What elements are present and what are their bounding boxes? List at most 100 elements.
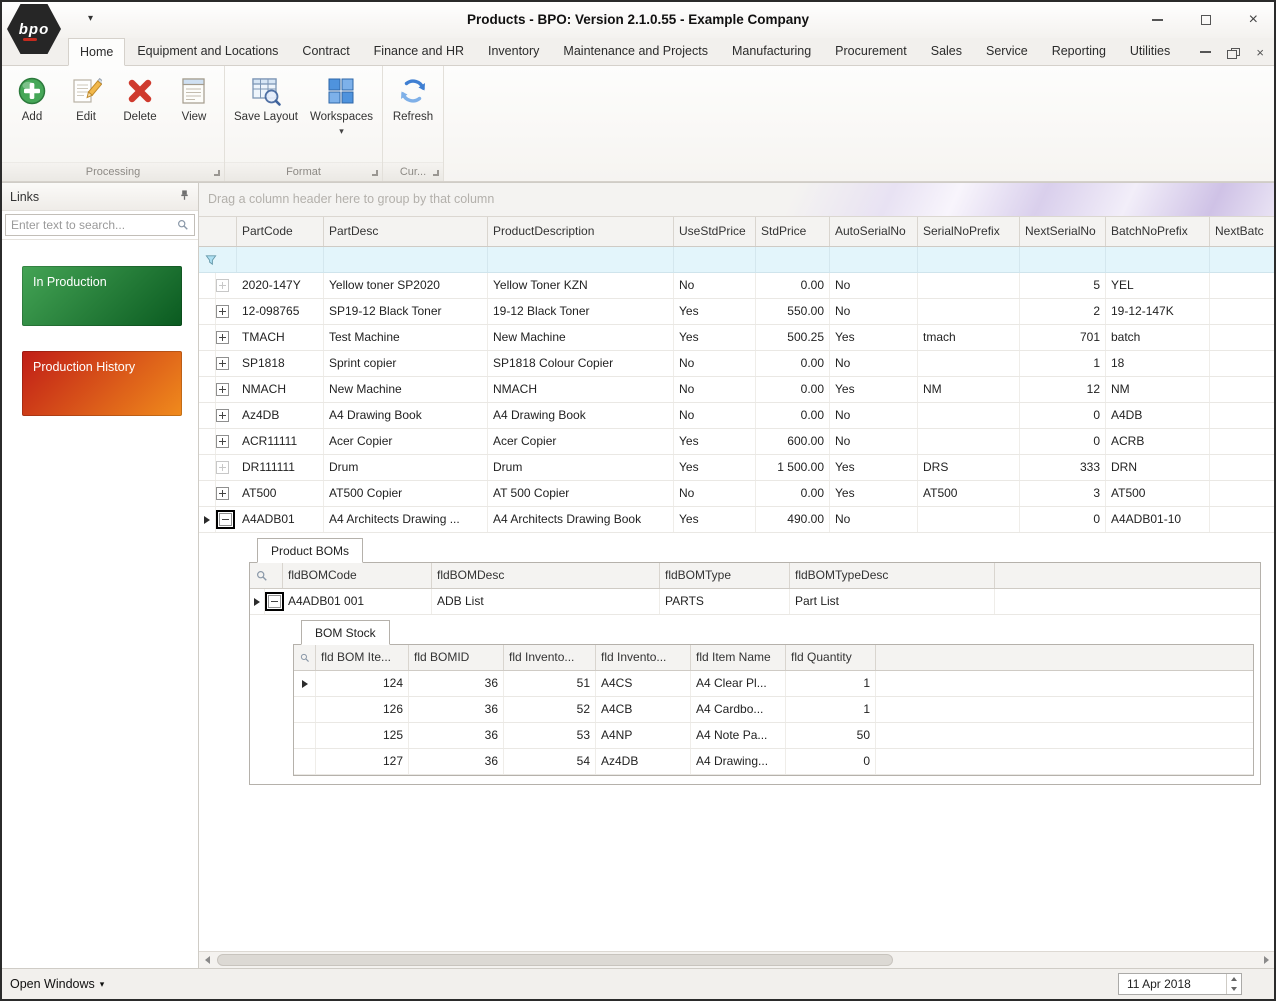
- filter-cell-batchnoprefix[interactable]: [1106, 247, 1210, 272]
- column-header-stdprice[interactable]: StdPrice: [756, 217, 830, 246]
- column-header-autoserialno[interactable]: AutoSerialNo: [830, 217, 918, 246]
- column-header-fld-bomid[interactable]: fld BOMID: [409, 645, 504, 670]
- horizontal-scrollbar[interactable]: [199, 951, 1274, 968]
- search-icon[interactable]: [172, 219, 194, 231]
- column-header-productdescription[interactable]: ProductDescription: [488, 217, 674, 246]
- dialog-launcher-icon[interactable]: [372, 170, 378, 176]
- table-row[interactable]: AT500 AT500 Copier AT 500 Copier No 0.00 Yes A…: [199, 481, 1274, 507]
- table-row[interactable]: DR111111 Drum Drum Yes 1 500.00 Yes DRS 333 DRN: [199, 455, 1274, 481]
- expand-plus-icon[interactable]: [216, 383, 229, 396]
- column-header-nextserialno[interactable]: NextSerialNo: [1020, 217, 1106, 246]
- edit-button[interactable]: Edit: [59, 71, 113, 128]
- close-button[interactable]: ×: [1249, 11, 1258, 29]
- expand-plus-icon[interactable]: [216, 331, 229, 344]
- mdi-restore-button[interactable]: [1227, 45, 1241, 59]
- auto-filter-button[interactable]: [250, 563, 283, 588]
- table-row[interactable]: SP1818 Sprint copier SP1818 Colour Copier N…: [199, 351, 1274, 377]
- tab-contract[interactable]: Contract: [290, 37, 361, 65]
- view-button[interactable]: View: [167, 71, 221, 128]
- column-header-fldbomtype[interactable]: fldBOMType: [660, 563, 790, 588]
- column-header-fldbomtypedesc[interactable]: fldBOMTypeDesc: [790, 563, 995, 588]
- collapse-minus-icon[interactable]: [219, 513, 232, 526]
- table-row[interactable]: NMACH New Machine NMACH No 0.00 Yes NM 12 NM: [199, 377, 1274, 403]
- column-header-usestdprice[interactable]: UseStdPrice: [674, 217, 756, 246]
- table-row[interactable]: Az4DB A4 Drawing Book A4 Drawing Book No 0.0…: [199, 403, 1274, 429]
- table-row[interactable]: 12-098765 SP19-12 Black Toner 19-12 Black …: [199, 299, 1274, 325]
- table-row[interactable]: A4ADB01 A4 Architects Drawing ... A4 Archi…: [199, 507, 1274, 533]
- filter-cell-stdprice[interactable]: [756, 247, 830, 272]
- column-header-fld-invento[interactable]: fld Invento...: [504, 645, 596, 670]
- expand-plus-icon[interactable]: [216, 305, 229, 318]
- expand-plus-icon[interactable]: [216, 435, 229, 448]
- pin-icon[interactable]: [179, 189, 190, 204]
- link-item-in-production[interactable]: In Production: [22, 266, 182, 326]
- table-row[interactable]: 2020-147Y Yellow toner SP2020 Yellow Toner…: [199, 273, 1274, 299]
- tab-home[interactable]: Home: [68, 38, 126, 66]
- filter-cell-partcode[interactable]: [237, 247, 324, 272]
- expand-plus-icon[interactable]: [216, 409, 229, 422]
- tab-service[interactable]: Service: [974, 37, 1040, 65]
- filter-cell-nextbatc[interactable]: [1210, 247, 1274, 272]
- dialog-launcher-icon[interactable]: [433, 170, 439, 176]
- tab-procurement[interactable]: Procurement: [823, 37, 919, 65]
- collapse-minus-icon[interactable]: [268, 595, 281, 608]
- column-header-batchnoprefix[interactable]: BatchNoPrefix: [1106, 217, 1210, 246]
- auto-filter-button[interactable]: [294, 645, 316, 670]
- tab-finance-and-hr[interactable]: Finance and HR: [362, 37, 476, 65]
- delete-button[interactable]: Delete: [113, 71, 167, 128]
- scrollbar-track[interactable]: [215, 952, 1258, 968]
- column-header-fld-item-name[interactable]: fld Item Name: [691, 645, 786, 670]
- add-button[interactable]: Add: [5, 71, 59, 128]
- workspaces-button[interactable]: Workspaces ▾: [304, 71, 379, 139]
- filter-row-icon[interactable]: [199, 247, 237, 272]
- link-item-production-history[interactable]: Production History: [22, 351, 182, 416]
- column-header-partdesc[interactable]: PartDesc: [324, 217, 488, 246]
- date-picker[interactable]: 11 Apr 2018: [1118, 973, 1242, 995]
- tab-reporting[interactable]: Reporting: [1040, 37, 1118, 65]
- filter-cell-partdesc[interactable]: [324, 247, 488, 272]
- expand-plus-icon[interactable]: [216, 487, 229, 500]
- column-header-nextbatc[interactable]: NextBatc: [1210, 217, 1274, 246]
- mdi-minimize-button[interactable]: [1200, 45, 1212, 59]
- scrollbar-thumb[interactable]: [217, 954, 893, 966]
- table-row[interactable]: ACR11111 Acer Copier Acer Copier Yes 600.00 N…: [199, 429, 1274, 455]
- tab-inventory[interactable]: Inventory: [476, 37, 551, 65]
- group-by-panel[interactable]: Drag a column header here to group by th…: [199, 183, 1274, 217]
- scroll-right-arrow[interactable]: [1258, 952, 1274, 968]
- maximize-button[interactable]: [1200, 15, 1211, 25]
- tab-bom-stock[interactable]: BOM Stock: [301, 620, 390, 645]
- table-row[interactable]: 126 36 52 A4CB A4 Cardbo... 1: [294, 697, 1253, 723]
- column-header-fldbomdesc[interactable]: fldBOMDesc: [432, 563, 660, 588]
- filter-cell-autoserialno[interactable]: [830, 247, 918, 272]
- tab-equipment-and-locations[interactable]: Equipment and Locations: [125, 37, 290, 65]
- filter-cell-nextserialno[interactable]: [1020, 247, 1106, 272]
- minimize-button[interactable]: [1151, 19, 1163, 21]
- column-header-serialnoprefix[interactable]: SerialNoPrefix: [918, 217, 1020, 246]
- open-windows-dropdown[interactable]: Open Windows ▾: [10, 977, 104, 991]
- expand-plus-icon[interactable]: [216, 279, 229, 292]
- column-header-fld-quantity[interactable]: fld Quantity: [786, 645, 876, 670]
- refresh-button[interactable]: Refresh: [386, 71, 440, 128]
- table-row[interactable]: 125 36 53 A4NP A4 Note Pa... 50: [294, 723, 1253, 749]
- expand-plus-icon[interactable]: [216, 461, 229, 474]
- save-layout-button[interactable]: Save Layout: [228, 71, 304, 128]
- column-header-fld-invento[interactable]: fld Invento...: [596, 645, 691, 670]
- table-row[interactable]: 127 36 54 Az4DB A4 Drawing... 0: [294, 749, 1253, 775]
- mdi-close-button[interactable]: ×: [1256, 45, 1264, 60]
- tab-manufacturing[interactable]: Manufacturing: [720, 37, 823, 65]
- column-header-partcode[interactable]: PartCode: [237, 217, 324, 246]
- table-row[interactable]: 124 36 51 A4CS A4 Clear Pl... 1: [294, 671, 1253, 697]
- filter-cell-productdescription[interactable]: [488, 247, 674, 272]
- tab-product-boms[interactable]: Product BOMs: [257, 538, 364, 563]
- tab-utilities[interactable]: Utilities: [1118, 37, 1182, 65]
- table-row[interactable]: TMACH Test Machine New Machine Yes 500.25 Yes…: [199, 325, 1274, 351]
- spin-down-button[interactable]: [1227, 984, 1241, 994]
- filter-cell-serialnoprefix[interactable]: [918, 247, 1020, 272]
- search-input[interactable]: [6, 218, 172, 232]
- table-row[interactable]: A4ADB01 001 ADB List PARTS Part List: [250, 589, 1260, 615]
- spin-up-button[interactable]: [1227, 974, 1241, 984]
- tab-maintenance-and-projects[interactable]: Maintenance and Projects: [551, 37, 720, 65]
- filter-cell-usestdprice[interactable]: [674, 247, 756, 272]
- tab-sales[interactable]: Sales: [919, 37, 974, 65]
- expand-plus-icon[interactable]: [216, 357, 229, 370]
